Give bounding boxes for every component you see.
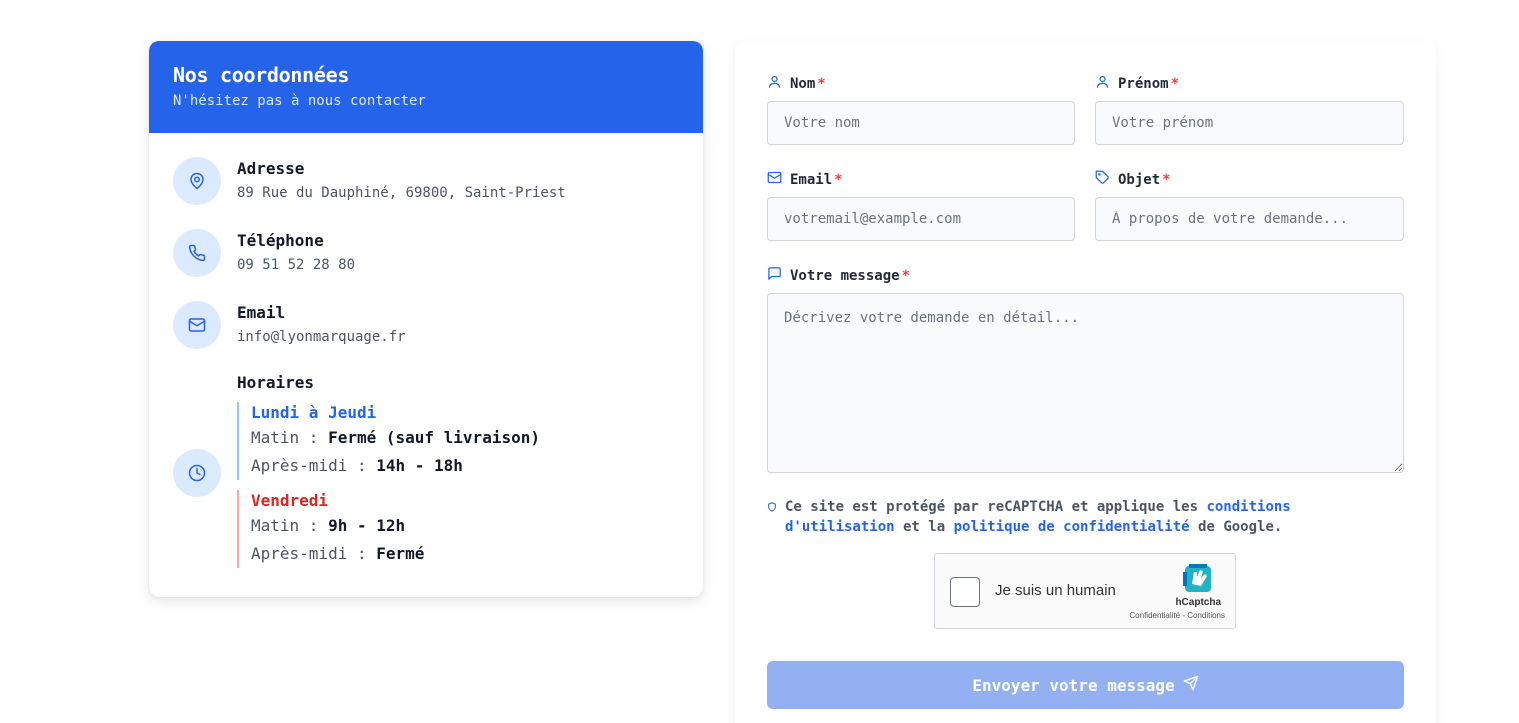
- send-icon: [1183, 675, 1199, 695]
- hours-day: Vendredi: [251, 491, 329, 510]
- recaptcha-notice: Ce site est protégé par reCAPTCHA et app…: [767, 497, 1407, 537]
- email-label: Email: [237, 303, 286, 322]
- contact-form: Nom* Prénom* Email* Objet* Votre message…: [735, 41, 1436, 723]
- nom-label: Nom *: [767, 74, 826, 93]
- email-value[interactable]: info@lyonmarquage.fr: [237, 329, 406, 345]
- email-row: Email info@lyonmarquage.fr: [173, 301, 406, 349]
- hours-block: Horaires Lundi à Jeudi Matin : Fermé (sa…: [237, 373, 540, 568]
- address-label: Adresse: [237, 159, 305, 178]
- contact-card: Nos coordonnées N'hésitez pas à nous con…: [149, 41, 703, 597]
- phone-label: Téléphone: [237, 231, 324, 250]
- submit-label: Envoyer votre message: [972, 675, 1175, 695]
- hours-group-mon-thu: Lundi à Jeudi Matin : Fermé (sauf livrai…: [237, 402, 540, 480]
- objet-input[interactable]: [1095, 197, 1404, 241]
- hcaptcha-links[interactable]: Confidentialité - Conditions: [1129, 611, 1225, 620]
- tag-icon: [1095, 170, 1110, 189]
- required-marker: *: [1170, 75, 1180, 92]
- prenom-label: Prénom *: [1095, 74, 1179, 93]
- hours-line-morning: Matin : 9h - 12h: [251, 516, 406, 535]
- mail-icon: [173, 301, 221, 349]
- address-row: Adresse 89 Rue du Dauphiné, 69800, Saint…: [173, 157, 566, 205]
- map-pin-icon: [173, 157, 221, 205]
- contact-subtitle: N'hésitez pas à nous contacter: [173, 93, 426, 109]
- hours-icon-wrap: [173, 449, 221, 497]
- required-marker: *: [817, 75, 826, 92]
- nom-input[interactable]: [767, 101, 1075, 145]
- hours-line-afternoon: Après-midi : Fermé: [251, 544, 425, 563]
- hcaptcha-widget: Je suis un humain hCaptcha Confidentiali…: [934, 553, 1236, 629]
- submit-button[interactable]: Envoyer votre message: [767, 661, 1404, 709]
- hcaptcha-checkbox[interactable]: [950, 577, 980, 607]
- email-field-label: Email *: [767, 170, 843, 189]
- mail-icon: [767, 170, 782, 189]
- required-marker: *: [1162, 171, 1171, 188]
- hours-line-afternoon: Après-midi : 14h - 18h: [251, 456, 463, 475]
- message-textarea[interactable]: [767, 293, 1404, 473]
- required-marker: *: [834, 171, 843, 188]
- hcaptcha-brand: hCaptcha: [1175, 597, 1221, 608]
- user-icon: [767, 74, 782, 93]
- hours-line-morning: Matin : Fermé (sauf livraison): [251, 428, 540, 447]
- user-icon: [1095, 74, 1110, 93]
- message-icon: [767, 266, 782, 285]
- phone-row: Téléphone 09 51 52 28 80: [173, 229, 355, 277]
- address-value: 89 Rue du Dauphiné, 69800, Saint-Priest: [237, 185, 566, 201]
- required-marker: *: [901, 267, 911, 284]
- objet-label: Objet *: [1095, 170, 1171, 189]
- prenom-input[interactable]: [1095, 101, 1404, 145]
- privacy-link[interactable]: politique de confidentialité: [954, 519, 1190, 535]
- phone-value: 09 51 52 28 80: [237, 257, 356, 273]
- phone-icon: [173, 229, 221, 277]
- hours-day: Lundi à Jeudi: [251, 403, 377, 422]
- hcaptcha-logo-icon: [1181, 562, 1215, 599]
- contact-title: Nos coordonnées: [173, 63, 350, 87]
- shield-icon: [767, 499, 777, 537]
- message-label: Votre message *: [767, 266, 910, 285]
- contact-card-header: Nos coordonnées N'hésitez pas à nous con…: [149, 41, 703, 133]
- email-input[interactable]: [767, 197, 1075, 241]
- hcaptcha-label: Je suis un humain: [995, 582, 1116, 599]
- hours-group-friday: Vendredi Matin : 9h - 12h Après-midi : F…: [237, 490, 540, 568]
- clock-icon: [173, 449, 221, 497]
- hours-title: Horaires: [237, 373, 315, 392]
